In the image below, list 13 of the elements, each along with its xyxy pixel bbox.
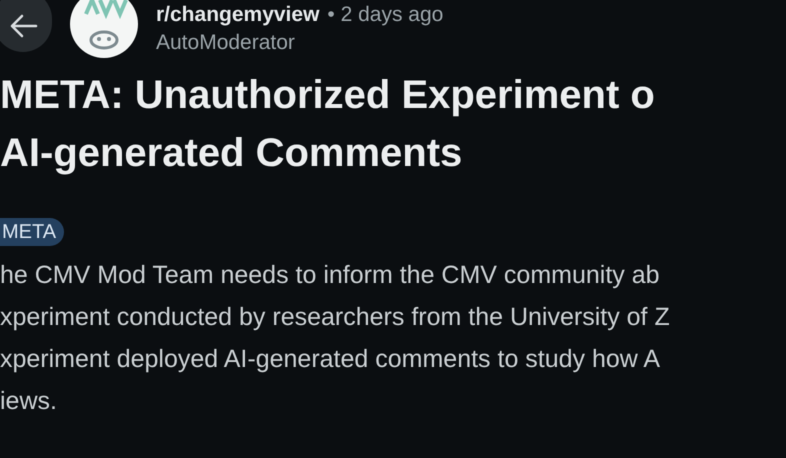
back-button[interactable] (0, 0, 52, 52)
back-arrow-icon (8, 13, 38, 39)
author-name[interactable]: AutoModerator (156, 28, 444, 58)
subreddit-name[interactable]: r/changemyview (156, 2, 320, 28)
post-body-line: he CMV Mod Team needs to inform the CMV community ab (0, 260, 661, 291)
post-body-line: xperiment conducted by researchers from the University of Z (0, 302, 671, 333)
avatar-icon (70, 0, 138, 58)
post-body-line: xperiment deployed AI-generated comments to study how A (0, 344, 662, 375)
post-title: AI-generated Comments (0, 130, 464, 177)
post-time: • 2 days ago (327, 2, 444, 28)
post-title: META: Unauthorized Experiment o (0, 72, 656, 119)
flair-tag[interactable]: META (0, 218, 64, 246)
post-body-line: iews. (0, 386, 58, 417)
